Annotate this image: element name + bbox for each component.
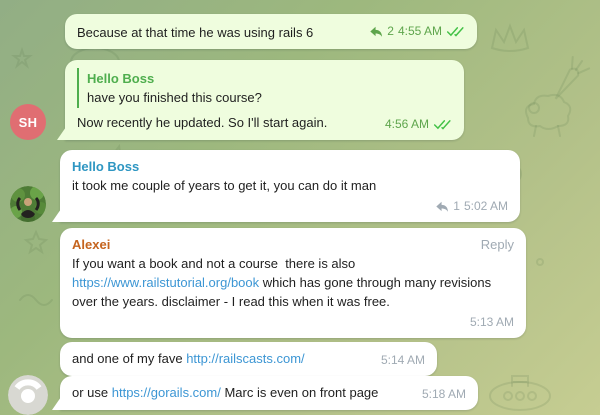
message-bubble-railscasts: and one of my fave http://railscasts.com… bbox=[60, 342, 437, 376]
message-meta: 5:18 AM bbox=[413, 385, 466, 404]
message-bubble-hello-boss: Hello Boss it took me couple of years to… bbox=[60, 150, 520, 222]
message-text-before: If you want a book and not a course ther… bbox=[72, 256, 359, 271]
message-text: Because at that time he was using rails … bbox=[77, 25, 314, 40]
message-time: 5:02 AM bbox=[463, 199, 508, 213]
message-text-before: or use bbox=[72, 385, 112, 400]
message-bubble-outgoing-2: Hello Boss have you finished this course… bbox=[65, 60, 464, 140]
message-time: 5:14 AM bbox=[380, 353, 425, 367]
avatar-logo-image bbox=[8, 375, 48, 415]
message-bubble-outgoing-1: Because at that time he was using rails … bbox=[65, 14, 477, 49]
avatar-alexei-logo[interactable] bbox=[8, 375, 48, 415]
message-meta: 5:13 AM bbox=[461, 313, 514, 332]
avatar-photo-image bbox=[10, 186, 46, 222]
link-railscasts[interactable]: http://railscasts.com/ bbox=[186, 351, 304, 366]
reply-count: 2 bbox=[387, 24, 394, 38]
message-text: If you want a book and not a course ther… bbox=[72, 254, 514, 311]
double-check-icon bbox=[433, 120, 451, 130]
reply-arrow-icon bbox=[436, 201, 449, 212]
message-meta: 5:14 AM bbox=[372, 351, 425, 370]
sender-name[interactable]: Hello Boss bbox=[72, 157, 508, 176]
reply-count: 1 bbox=[453, 199, 460, 213]
quoted-message[interactable]: Hello Boss have you finished this course… bbox=[77, 68, 452, 108]
reply-button[interactable]: Reply bbox=[481, 235, 514, 254]
sender-name[interactable]: Alexei bbox=[72, 235, 110, 254]
message-meta: 1 5:02 AM bbox=[426, 197, 508, 216]
message-bubble-alexei: Alexei Reply If you want a book and not … bbox=[60, 228, 526, 338]
double-check-icon bbox=[446, 27, 464, 37]
message-meta: 2 4:55 AM bbox=[360, 22, 465, 41]
message-text: or use https://gorails.com/ Marc is even… bbox=[72, 383, 378, 402]
link-railstutorial[interactable]: https://www.railstutorial.org/book bbox=[72, 275, 259, 290]
reply-arrow-icon bbox=[370, 26, 383, 37]
message-time: 4:55 AM bbox=[397, 24, 442, 38]
link-gorails[interactable]: https://gorails.com/ bbox=[112, 385, 221, 400]
message-text-before: and one of my fave bbox=[72, 351, 187, 366]
quoted-text: have you finished this course? bbox=[87, 90, 262, 105]
message-text: and one of my fave http://railscasts.com… bbox=[72, 349, 305, 368]
message-bubble-gorails: or use https://gorails.com/ Marc is even… bbox=[60, 376, 478, 410]
message-meta: 4:56 AM bbox=[376, 115, 452, 134]
message-time: 5:13 AM bbox=[469, 315, 514, 329]
message-time: 4:56 AM bbox=[384, 117, 429, 131]
message-text: it took me couple of years to get it, yo… bbox=[72, 178, 377, 193]
message-text: Now recently he updated. So I'll start a… bbox=[77, 115, 328, 130]
quoted-sender-name: Hello Boss bbox=[87, 71, 155, 86]
avatar-sh[interactable]: SH bbox=[10, 104, 46, 140]
message-text-after: Marc is even on front page bbox=[220, 385, 379, 400]
message-time: 5:18 AM bbox=[421, 387, 466, 401]
avatar-hello-boss-photo[interactable] bbox=[10, 186, 46, 222]
avatar-sh-initials: SH bbox=[18, 114, 38, 130]
